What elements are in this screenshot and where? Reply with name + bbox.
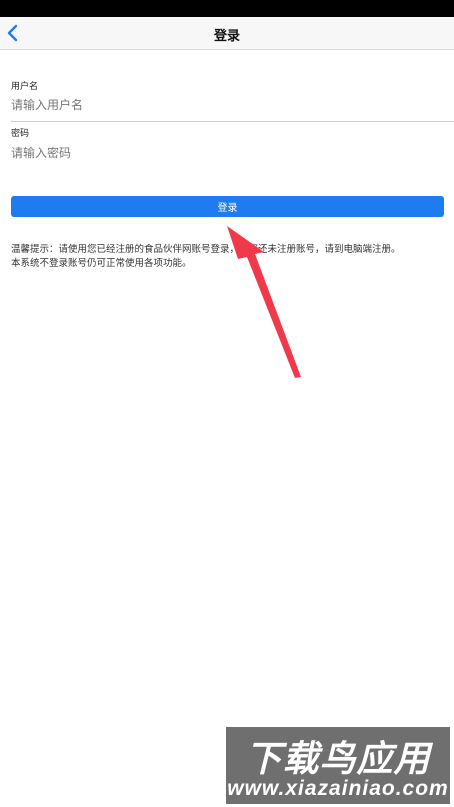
tip-line-1: 温馨提示：请使用您已经注册的食品伙伴网账号登录，若您还未注册账号，请到电脑端注册… [11, 244, 401, 255]
watermark-logo: 下载鸟应用 www.xiazainiao.com [226, 727, 450, 804]
password-label: 密码 [11, 129, 30, 139]
password-input[interactable] [11, 143, 441, 163]
watermark-url: www.xiazainiao.com [227, 777, 449, 800]
username-label: 用户名 [11, 82, 39, 92]
tip-line-2: 本系统不登录账号仍可正常使用各项功能。 [11, 258, 192, 269]
username-input[interactable] [11, 95, 441, 115]
tip-text: 温馨提示：请使用您已经注册的食品伙伴网账号登录，若您还未注册账号，请到电脑端注册… [11, 243, 449, 271]
status-bar [0, 0, 454, 17]
navigation-bar: 登录 [0, 17, 454, 50]
username-divider [11, 121, 454, 122]
login-button[interactable]: 登录 [11, 196, 444, 217]
watermark-title: 下载鸟应用 [245, 739, 431, 780]
page-title: 登录 [213, 29, 240, 44]
